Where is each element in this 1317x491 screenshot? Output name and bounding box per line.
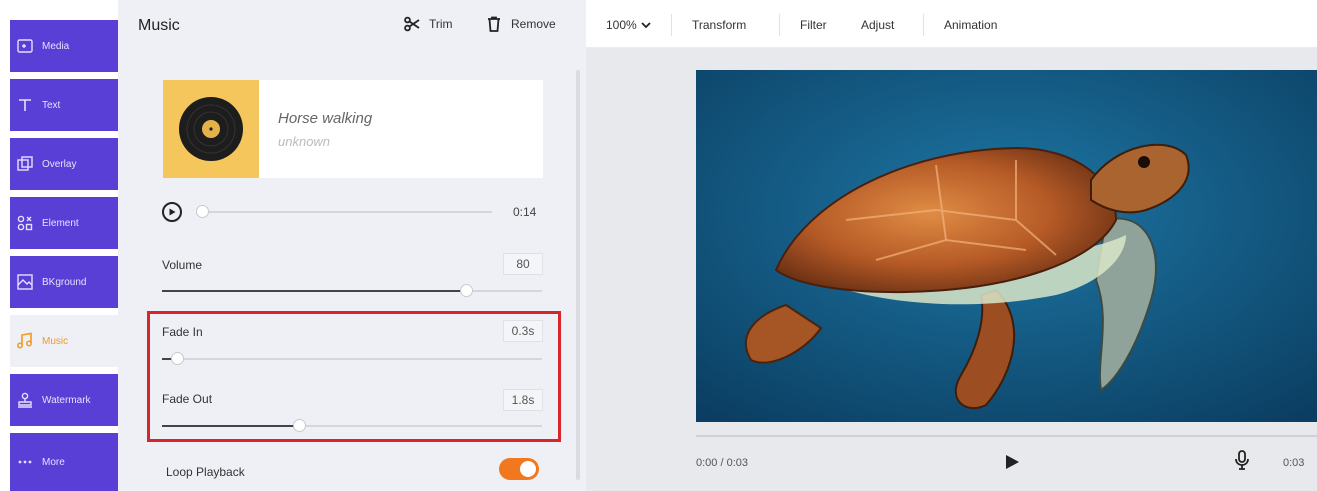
music-icon <box>14 330 36 352</box>
remove-label: Remove <box>511 17 556 31</box>
sidebar-item-label: Text <box>42 99 61 111</box>
sidebar-item-overlay[interactable]: Overlay <box>10 138 118 190</box>
sidebar-item-text[interactable]: Text <box>10 79 118 131</box>
sidebar-item-label: BKground <box>42 276 87 288</box>
track-title: Horse walking <box>278 110 373 127</box>
vinyl-record-icon <box>179 97 243 161</box>
background-icon <box>14 271 36 293</box>
toggle-knob <box>520 461 536 477</box>
music-play-button[interactable] <box>162 202 182 222</box>
watermark-icon <box>14 389 36 411</box>
video-end-time: 0:03 <box>1283 457 1305 469</box>
volume-slider-fill <box>162 290 466 292</box>
play-icon <box>1006 455 1019 469</box>
sidebar-item-label: Overlay <box>42 158 77 170</box>
sidebar-item-media[interactable]: Media <box>10 20 118 72</box>
toolbar-divider <box>923 14 924 36</box>
toolbar-divider <box>779 14 780 36</box>
toolbar-divider <box>671 14 672 36</box>
zoom-dropdown[interactable]: 100% <box>606 18 651 32</box>
volume-slider[interactable] <box>162 284 542 297</box>
volume-slider-knob[interactable] <box>460 284 473 297</box>
element-icon <box>14 212 36 234</box>
sidebar-item-music[interactable]: Music <box>10 315 118 367</box>
sea-turtle-image <box>696 70 1317 422</box>
music-progress-knob[interactable] <box>196 205 209 218</box>
media-icon <box>14 35 36 57</box>
sidebar-item-watermark[interactable]: Watermark <box>10 374 118 426</box>
loop-playback-toggle[interactable] <box>499 458 539 480</box>
text-icon <box>14 94 36 116</box>
transform-button[interactable]: Transform <box>692 18 746 32</box>
panel-header: Music Trim Remove <box>118 0 586 48</box>
filter-button[interactable]: Filter <box>800 18 827 32</box>
sidebar-item-bkground[interactable]: BKground <box>10 256 118 308</box>
canvas-area: 0:00 / 0:03 0:03 <box>586 48 1317 491</box>
more-icon <box>14 451 36 473</box>
loop-playback-label: Loop Playback <box>166 465 245 479</box>
volume-label: Volume <box>162 258 203 272</box>
animation-button[interactable]: Animation <box>944 18 997 32</box>
music-track-card[interactable]: Horse walking unknown <box>163 80 543 178</box>
music-progress-track[interactable] <box>202 211 492 213</box>
remove-button[interactable]: Remove <box>485 15 556 33</box>
volume-value[interactable]: 80 <box>503 253 543 275</box>
sidebar-item-label: More <box>42 456 65 468</box>
play-icon <box>169 208 176 216</box>
trim-button[interactable]: Trim <box>403 15 453 33</box>
microphone-button[interactable] <box>1234 450 1250 475</box>
trash-icon <box>488 16 500 32</box>
sidebar-item-label: Watermark <box>42 394 91 406</box>
microphone-icon <box>1235 450 1249 470</box>
panel-title: Music <box>138 17 180 34</box>
video-play-button[interactable] <box>1004 454 1020 475</box>
sidebar-item-label: Media <box>42 40 70 52</box>
chevron-down-icon <box>641 22 651 29</box>
sidebar-item-label: Music <box>42 335 69 347</box>
sidebar-item-label: Element <box>42 217 79 229</box>
video-progress-bar[interactable] <box>696 435 1317 437</box>
zoom-value: 100% <box>606 18 637 32</box>
track-artist: unknown <box>278 134 331 149</box>
editor-toolbar: 100% Transform Filter Adjust Animation <box>586 0 1317 48</box>
adjust-button[interactable]: Adjust <box>861 18 894 32</box>
fade-settings-highlight <box>147 311 561 442</box>
overlay-icon <box>14 153 36 175</box>
video-time: 0:00 / 0:03 <box>696 457 748 469</box>
sidebar-item-element[interactable]: Element <box>10 197 118 249</box>
sidebar: Media Text Overlay Element BKground Musi… <box>0 0 118 491</box>
music-duration: 0:14 <box>513 205 537 219</box>
music-settings-panel: Music Trim Remove Horse walking unknown … <box>118 0 586 491</box>
sidebar-item-more[interactable]: More <box>10 433 118 491</box>
album-art <box>163 80 259 178</box>
video-preview[interactable] <box>696 70 1317 422</box>
panel-scrollbar[interactable] <box>576 70 580 480</box>
scissors-icon <box>404 16 420 32</box>
trim-label: Trim <box>429 17 453 31</box>
